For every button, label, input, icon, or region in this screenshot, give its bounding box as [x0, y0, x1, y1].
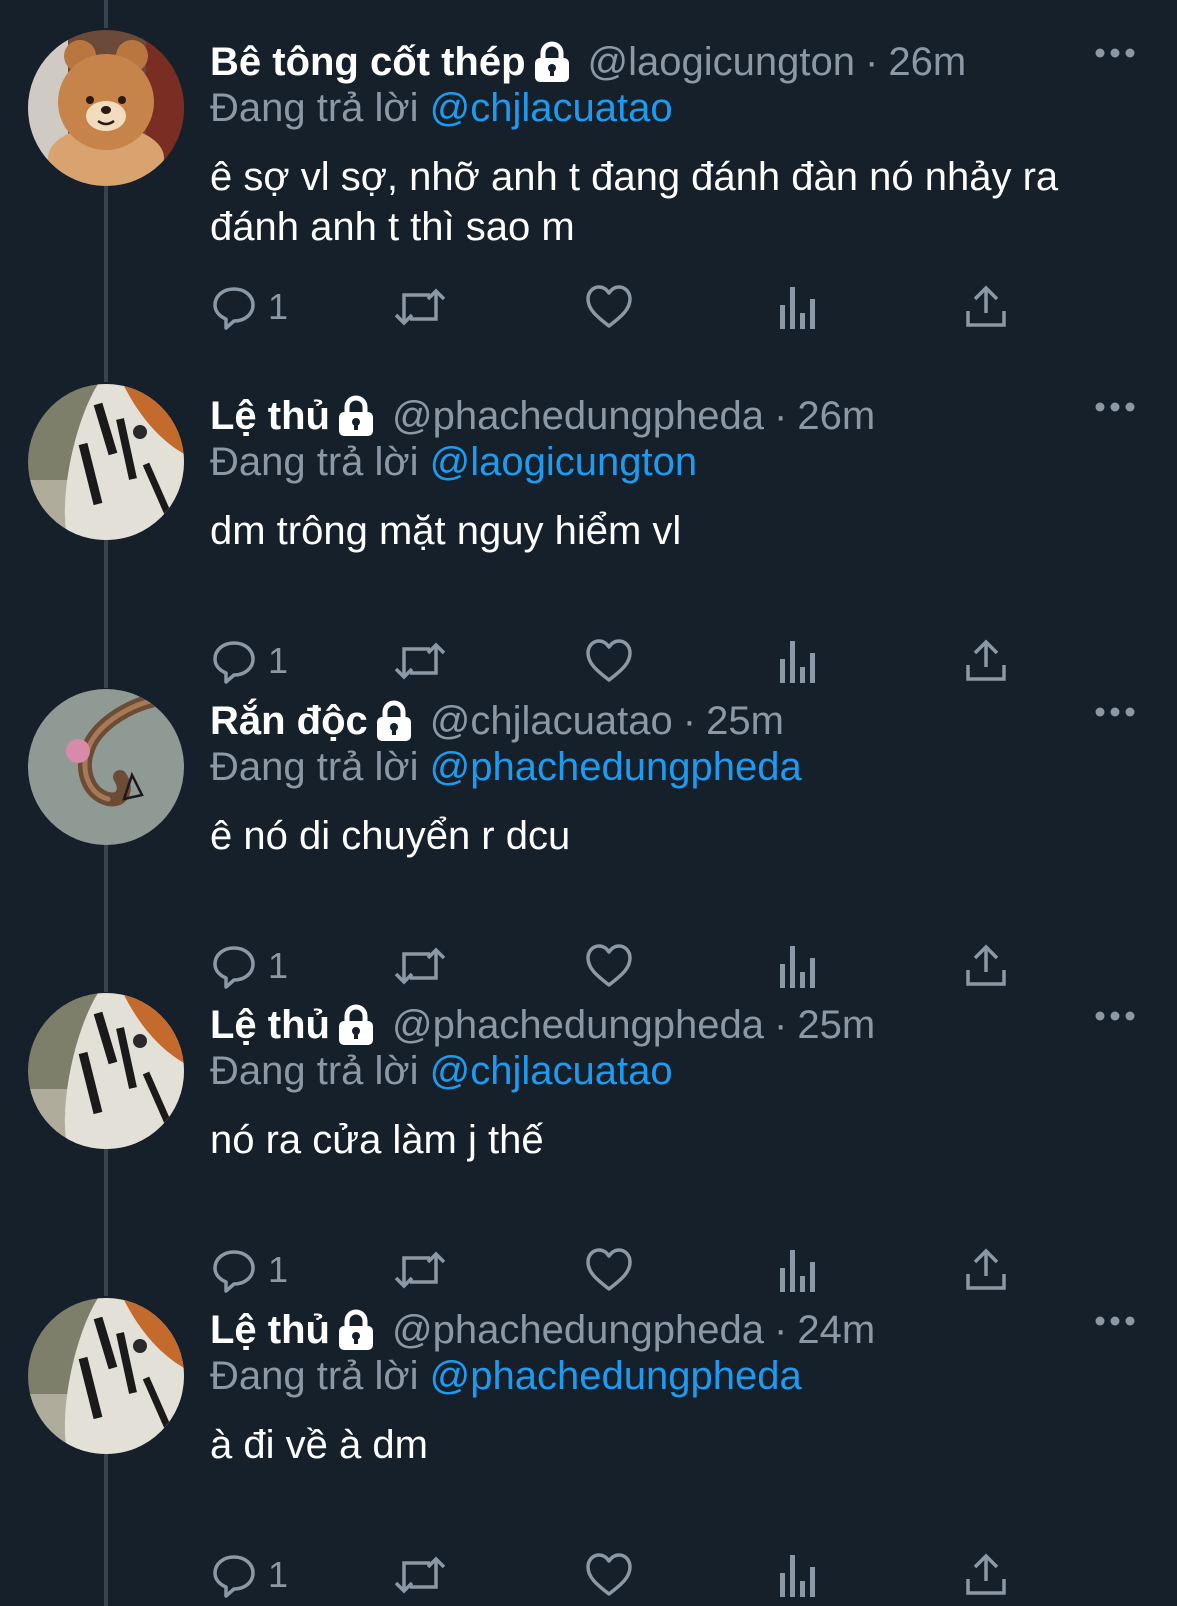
display-name[interactable]: Lệ thủ	[210, 1308, 330, 1353]
user-handle[interactable]: @phachedungpheda	[392, 1003, 764, 1048]
avatar[interactable]	[28, 1298, 184, 1454]
tweet-header: Bê tông cốt thép @laogicungton · 26m	[210, 38, 966, 86]
timestamp[interactable]: 26m	[797, 394, 875, 439]
separator: ·	[774, 1002, 788, 1047]
tweet-actions: 1	[210, 1550, 1040, 1600]
avatar[interactable]	[28, 384, 184, 540]
share-icon	[966, 1553, 1006, 1595]
separator: ·	[682, 698, 697, 743]
tweet[interactable]: Rắn độc @chjlacuatao · 25m Đang trả lời …	[0, 659, 1177, 989]
avatar[interactable]	[28, 689, 184, 845]
more-icon[interactable]	[1093, 705, 1137, 719]
tweet[interactable]: Lệ thủ @phachedungpheda · 24m Đang trả l…	[0, 1268, 1177, 1598]
more-icon[interactable]	[1093, 1314, 1137, 1328]
separator: ·	[865, 39, 879, 84]
tweet[interactable]: Lệ thủ @phachedungpheda · 26m Đang trả l…	[0, 354, 1177, 684]
reply-icon	[213, 1555, 255, 1598]
user-handle[interactable]: @chjlacuatao	[430, 699, 673, 744]
lock-icon	[374, 699, 414, 743]
reply-count: 1	[268, 286, 289, 327]
display-name[interactable]: Lệ thủ	[210, 394, 330, 439]
reply-prefix: Đang trả lời	[210, 86, 419, 130]
reply-prefix: Đang trả lời	[210, 1049, 419, 1093]
timestamp[interactable]: 25m	[797, 1003, 875, 1048]
user-handle[interactable]: @phachedungpheda	[392, 394, 764, 439]
share-button[interactable]	[964, 1550, 1008, 1600]
tweet-text: dm trông mặt nguy hiểm vl	[210, 509, 682, 553]
reply-context: Đang trả lời @chjlacuatao	[210, 1049, 673, 1094]
like-button[interactable]	[584, 1550, 634, 1600]
tweet-text: ê nó di chuyển r dcu	[210, 814, 571, 858]
like-icon	[586, 1553, 632, 1596]
reply-mention[interactable]: @laogicungton	[430, 440, 697, 484]
lock-icon	[532, 40, 572, 84]
reply-mention[interactable]: @phachedungpheda	[430, 1354, 802, 1398]
reply-prefix: Đang trả lời	[210, 1354, 419, 1398]
separator: ·	[774, 393, 788, 438]
tweet[interactable]: Lệ thủ @phachedungpheda · 25m Đang trả l…	[0, 963, 1177, 1293]
user-handle[interactable]: @laogicungton	[588, 40, 855, 85]
tweet-header: Lệ thủ @phachedungpheda · 24m	[210, 1306, 875, 1354]
more-icon[interactable]	[1093, 1009, 1137, 1023]
tweet-text: nó ra cửa làm j thế	[210, 1118, 544, 1162]
tweet-header: Lệ thủ @phachedungpheda · 26m	[210, 392, 875, 440]
reply-context: Đang trả lời @laogicungton	[210, 440, 697, 485]
tweet-header: Rắn độc @chjlacuatao · 25m	[210, 697, 784, 745]
share-icon	[966, 285, 1006, 327]
reply-mention[interactable]: @chjlacuatao	[430, 1049, 673, 1093]
lock-icon	[336, 394, 376, 438]
display-name[interactable]: Rắn độc	[210, 699, 368, 744]
retweet-icon	[394, 288, 446, 326]
reply-count: 1	[268, 1554, 289, 1595]
more-icon[interactable]	[1093, 46, 1137, 60]
reply-mention[interactable]: @phachedungpheda	[430, 745, 802, 789]
more-icon[interactable]	[1093, 400, 1137, 414]
reply-context: Đang trả lời @chjlacuatao	[210, 86, 673, 131]
retweet-button[interactable]	[392, 1550, 448, 1600]
timestamp[interactable]: 26m	[888, 40, 966, 85]
reply-button[interactable]: 1	[210, 1550, 288, 1600]
views-icon	[780, 1555, 815, 1597]
retweet-icon	[394, 1556, 446, 1594]
user-handle[interactable]: @phachedungpheda	[392, 1308, 764, 1353]
tweet[interactable]: Bê tông cốt thép @laogicungton · 26m Đan…	[0, 0, 1177, 330]
timestamp[interactable]: 24m	[797, 1308, 875, 1353]
views-button[interactable]	[776, 282, 820, 332]
reply-icon	[213, 287, 255, 330]
reply-prefix: Đang trả lời	[210, 440, 419, 484]
like-icon	[586, 285, 632, 328]
tweet-actions: 1	[210, 282, 1040, 332]
display-name[interactable]: Bê tông cốt thép	[210, 40, 526, 85]
reply-button[interactable]: 1	[210, 282, 288, 332]
reply-mention[interactable]: @chjlacuatao	[430, 86, 673, 130]
separator: ·	[774, 1307, 788, 1352]
share-button[interactable]	[964, 282, 1008, 332]
reply-context: Đang trả lời @phachedungpheda	[210, 745, 802, 790]
views-button[interactable]	[776, 1550, 820, 1600]
timestamp[interactable]: 25m	[706, 699, 784, 744]
avatar[interactable]	[28, 30, 184, 186]
tweet-header: Lệ thủ @phachedungpheda · 25m	[210, 1001, 875, 1049]
reply-context: Đang trả lời @phachedungpheda	[210, 1354, 802, 1399]
lock-icon	[336, 1003, 376, 1047]
retweet-button[interactable]	[392, 282, 448, 332]
reply-prefix: Đang trả lời	[210, 745, 419, 789]
display-name[interactable]: Lệ thủ	[210, 1003, 330, 1048]
tweet-text: ê sợ vl sợ, nhỡ anh t đang đánh đàn nó n…	[210, 155, 1059, 249]
views-icon	[780, 287, 815, 329]
lock-icon	[336, 1308, 376, 1352]
tweet-text: à đi về à dm	[210, 1423, 428, 1467]
avatar[interactable]	[28, 993, 184, 1149]
conversation-thread: Bê tông cốt thép @laogicungton · 26m Đan…	[0, 0, 1177, 1606]
like-button[interactable]	[584, 282, 634, 332]
